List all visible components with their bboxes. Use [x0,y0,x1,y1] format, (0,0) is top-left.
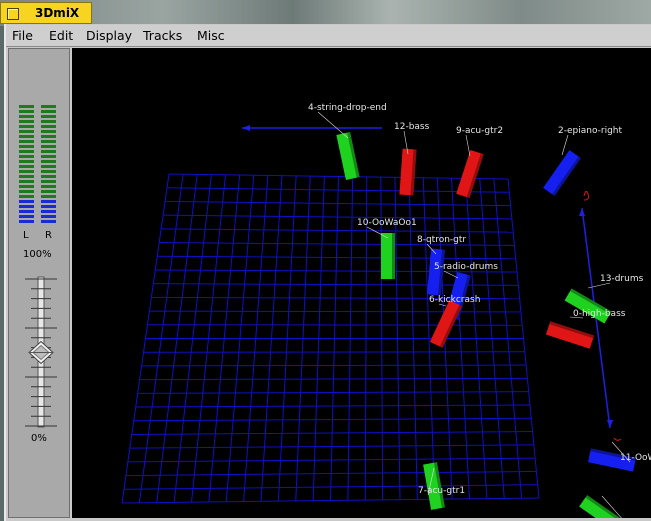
volume-slider-thumb[interactable] [28,340,54,365]
meter-segment [41,110,56,113]
menubar: File Edit Display Tracks Misc [6,25,651,47]
meter-segment [19,110,34,113]
right-meter-label: R [45,230,52,241]
meter-segment [19,145,34,148]
left-meter-label: L [23,230,29,241]
meter-segment [41,205,56,208]
track-label: 0-high-bass [573,309,626,319]
meter-segment [19,160,34,163]
track-block[interactable] [429,300,463,348]
right-level-meter [41,105,56,227]
meter-segment [19,125,34,128]
meter-segment [41,185,56,188]
meter-segment [41,120,56,123]
track-label: 2-epiano-right [558,126,622,136]
track-label: 4-string-drop-end [308,103,387,113]
meter-segment [41,180,56,183]
volume-slider[interactable] [19,275,63,455]
meter-segment [41,115,56,118]
meter-segment [41,190,56,193]
3d-mixer-view[interactable]: 4-string-drop-end 12-bass 9-acu-gtr2 2-epia… [72,48,651,518]
menu-display[interactable]: Display [86,28,132,43]
track-label: 11-OoW [620,453,651,463]
track-block[interactable] [381,233,395,279]
meter-segment [19,120,34,123]
track-label-leader [465,134,471,157]
meter-segment [19,180,34,183]
meter-segment [19,205,34,208]
meter-segment [19,220,34,223]
meter-segment [19,170,34,173]
track-label: 12-bass [394,122,430,132]
meter-segment [41,105,56,108]
meter-segment [19,210,34,213]
desktop-background [0,0,651,26]
meter-segment [41,200,56,203]
meter-segment [19,185,34,188]
menu-edit[interactable]: Edit [49,28,73,43]
track-label: 13-drums [600,274,644,284]
meter-segment [19,215,34,218]
track-label: 9-acu-gtr2 [456,126,503,136]
meter-segment [19,105,34,108]
control-panel: L R 100% 0% [8,48,70,518]
track-label: 5-radio-drums [434,262,498,272]
track-label: 8-qtron-gtr [417,235,466,245]
meter-segment [41,135,56,138]
close-icon[interactable] [7,8,19,20]
meter-segment [41,140,56,143]
menu-tracks[interactable]: Tracks [143,28,182,43]
window-title-tab[interactable]: 3DmiX [0,2,92,24]
meter-segment [19,175,34,178]
meter-segment [41,195,56,198]
meter-segment [41,220,56,223]
track-label-leader [366,226,389,239]
mixing-floor-grid [121,173,540,504]
meter-segment [41,165,56,168]
window-title: 3DmiX [35,6,80,20]
meter-segment [41,210,56,213]
track-label: 10-OoWaOo1 [357,218,417,228]
meter-segment [41,175,56,178]
meter-segment [19,130,34,133]
meter-segment [41,125,56,128]
track-block[interactable] [545,321,595,349]
track-label: 7-acu-gtr1 [418,486,465,496]
meter-segment [41,150,56,153]
menu-file[interactable]: File [12,28,33,43]
meter-segment [19,140,34,143]
track-block[interactable] [336,132,360,180]
meter-segment [41,160,56,163]
meter-segment [19,155,34,158]
track-block[interactable] [456,149,484,199]
meter-segment [41,215,56,218]
menu-misc[interactable]: Misc [197,28,225,43]
volume-min-label: 0% [31,433,47,444]
app-window: File Edit Display Tracks Misc L R 100% 0… [4,24,651,521]
volume-max-label: 100% [23,249,52,260]
track-block[interactable] [399,148,417,196]
meter-segment [19,190,34,193]
meter-segment [41,145,56,148]
track-label-leader [317,111,349,139]
meter-segment [19,165,34,168]
left-level-meter [19,105,34,227]
meter-segment [41,155,56,158]
meter-segment [41,170,56,173]
meter-segment [19,200,34,203]
meter-segment [19,195,34,198]
meter-segment [41,130,56,133]
meter-segment [19,115,34,118]
meter-segment [19,135,34,138]
track-block[interactable] [543,150,581,196]
track-label: 6-kickcrash [429,295,480,305]
meter-segment [19,150,34,153]
track-label-leader [561,134,569,156]
